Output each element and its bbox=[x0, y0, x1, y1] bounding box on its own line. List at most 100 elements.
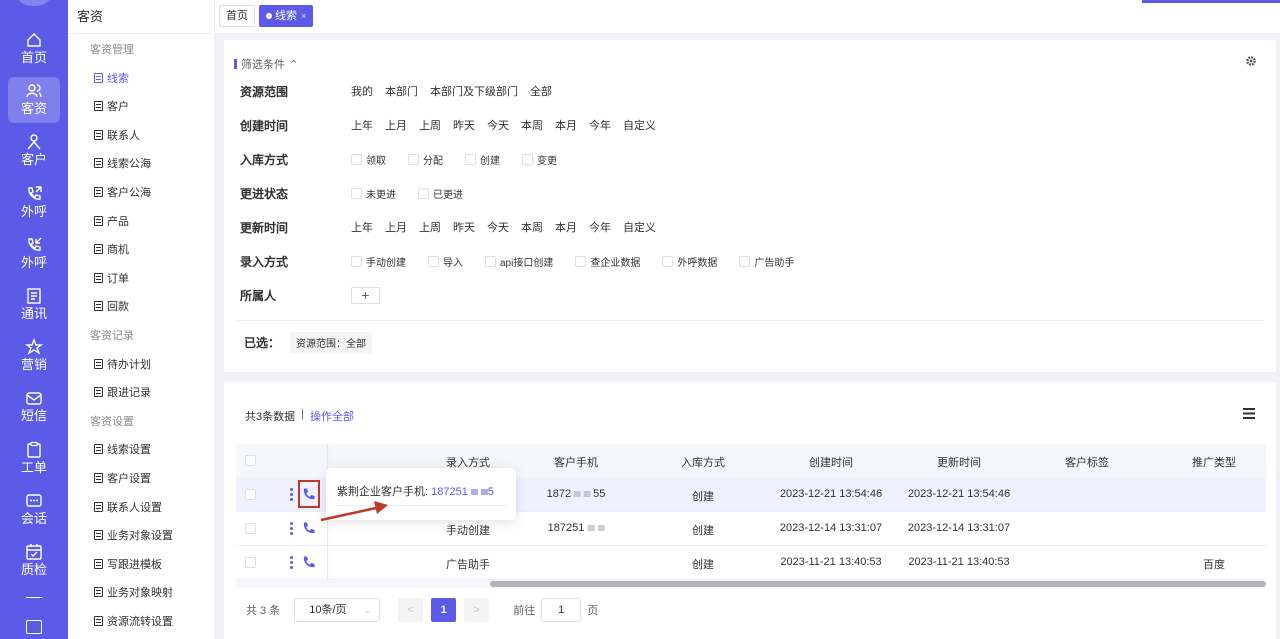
checkbox[interactable] bbox=[418, 187, 429, 199]
checkbox[interactable] bbox=[428, 255, 439, 267]
filter-checkbox[interactable]: 变更 bbox=[522, 152, 557, 167]
filter-option[interactable]: 本周 bbox=[521, 219, 543, 235]
selected-tag[interactable]: 资源范围：全部 bbox=[290, 332, 373, 353]
horizontal-scrollbar[interactable] bbox=[236, 580, 1266, 588]
add-owner-button[interactable]: + bbox=[351, 286, 380, 304]
checkbox[interactable] bbox=[351, 153, 362, 165]
column-header[interactable]: 推广类型 bbox=[1192, 454, 1236, 470]
filter-checkbox[interactable]: 导入 bbox=[428, 254, 463, 269]
rail-item-8[interactable]: 工单 bbox=[8, 436, 60, 482]
row-checkbox[interactable] bbox=[245, 523, 256, 534]
filter-option[interactable]: 上月 bbox=[385, 117, 407, 133]
checkbox[interactable] bbox=[575, 255, 587, 267]
submenu-item[interactable]: 线索公海 bbox=[94, 155, 151, 171]
submenu-item[interactable]: 线索 bbox=[94, 70, 129, 86]
filter-checkbox[interactable]: api接口创建 bbox=[485, 254, 553, 269]
rail-item-1[interactable]: 客资 bbox=[8, 77, 60, 124]
checkbox[interactable] bbox=[465, 153, 476, 165]
filter-option[interactable]: 上年 bbox=[351, 219, 373, 235]
submenu-item[interactable]: 跟进记录 bbox=[94, 384, 151, 400]
submenu-item[interactable]: 线索设置 bbox=[94, 441, 151, 457]
filter-option[interactable]: 自定义 bbox=[623, 117, 656, 133]
checkbox[interactable] bbox=[351, 187, 362, 199]
submenu-item[interactable]: 客户设置 bbox=[94, 470, 151, 486]
filter-checkbox[interactable]: 手动创建 bbox=[351, 254, 406, 269]
tab-close-icon[interactable]: × bbox=[301, 11, 306, 21]
filter-checkbox[interactable]: 外呼数据 bbox=[662, 254, 717, 269]
submenu-item[interactable]: 联系人 bbox=[94, 127, 140, 143]
filter-toggle[interactable]: 筛选条件 ⌃ bbox=[234, 56, 298, 72]
checkbox[interactable] bbox=[485, 255, 496, 267]
filter-option[interactable]: 今天 bbox=[487, 117, 509, 133]
column-header[interactable]: 入库方式 bbox=[681, 454, 725, 470]
filter-option[interactable]: 今年 bbox=[589, 219, 611, 235]
rail-item-5[interactable]: 通讯 bbox=[8, 282, 60, 328]
tab-leads[interactable]: 线索 × bbox=[259, 5, 314, 27]
submenu-item[interactable]: 回款 bbox=[94, 298, 129, 314]
filter-option[interactable]: 本月 bbox=[555, 219, 577, 235]
phone-call-icon[interactable] bbox=[302, 555, 316, 569]
submenu-item[interactable]: 客户 bbox=[94, 98, 129, 114]
rail-item-3[interactable]: 外呼 bbox=[8, 180, 60, 226]
rail-item-4[interactable]: 外呼 bbox=[8, 231, 60, 277]
checkbox[interactable] bbox=[522, 153, 533, 165]
submenu-item[interactable]: 产品 bbox=[94, 213, 129, 229]
more-actions-icon[interactable] bbox=[290, 556, 293, 569]
page-1-button[interactable]: 1 bbox=[431, 598, 457, 622]
submenu-item[interactable]: 订单 bbox=[94, 270, 129, 286]
column-header[interactable]: 更新时间 bbox=[937, 454, 981, 470]
filter-checkbox[interactable]: 广告助手 bbox=[739, 254, 794, 269]
column-header[interactable]: 客户手机 bbox=[554, 454, 598, 470]
filter-checkbox[interactable]: 已更进 bbox=[418, 186, 463, 201]
filter-option[interactable]: 自定义 bbox=[623, 219, 656, 235]
submenu-item[interactable]: 资源流转设置 bbox=[94, 613, 173, 629]
popover-phone-number[interactable]: 187251 bbox=[431, 486, 468, 498]
page-size-select[interactable]: 10条/页 ⌄ bbox=[294, 598, 381, 622]
row-checkbox[interactable] bbox=[245, 557, 256, 568]
submenu-item[interactable]: 业务对象设置 bbox=[94, 527, 173, 543]
phone-call-icon[interactable] bbox=[302, 521, 316, 535]
filter-checkbox[interactable]: 查企业数据 bbox=[575, 254, 640, 269]
row-checkbox[interactable] bbox=[245, 489, 256, 500]
submenu-item[interactable]: 写跟进模板 bbox=[94, 556, 162, 572]
filter-checkbox[interactable]: 领取 bbox=[351, 152, 386, 167]
filter-option[interactable]: 上周 bbox=[419, 219, 441, 235]
more-actions-icon[interactable] bbox=[290, 522, 293, 535]
checkbox[interactable] bbox=[351, 255, 362, 267]
table-row[interactable]: 广告助手 创建 2023-11-21 13:40:53 2023-11-21 13:4… bbox=[236, 546, 1266, 580]
submenu-item[interactable]: 客户公海 bbox=[94, 184, 151, 200]
checkbox[interactable] bbox=[662, 255, 674, 267]
tab-home[interactable]: 首页 bbox=[219, 5, 255, 27]
filter-option[interactable]: 我的 bbox=[351, 83, 373, 99]
scrollbar-thumb[interactable] bbox=[490, 581, 1266, 587]
filter-option[interactable]: 上月 bbox=[385, 219, 407, 235]
rail-item-0[interactable]: 首页 bbox=[8, 26, 60, 72]
filter-option[interactable]: 昨天 bbox=[453, 117, 475, 133]
filter-option[interactable]: 上年 bbox=[351, 117, 373, 133]
filter-option[interactable]: 今天 bbox=[487, 219, 509, 235]
store-icon[interactable] bbox=[26, 620, 42, 634]
filter-checkbox[interactable]: 未更进 bbox=[351, 186, 396, 201]
checkbox[interactable] bbox=[408, 153, 419, 165]
rail-item-6[interactable]: 营销 bbox=[8, 333, 60, 379]
goto-page-input[interactable]: 1 bbox=[541, 598, 582, 622]
filter-checkbox[interactable]: 分配 bbox=[408, 152, 443, 167]
filter-option[interactable]: 本月 bbox=[555, 117, 577, 133]
prev-page-button[interactable]: < bbox=[398, 598, 424, 622]
more-actions-icon[interactable] bbox=[290, 488, 293, 501]
submenu-item[interactable]: 待办计划 bbox=[94, 356, 151, 372]
rail-item-7[interactable]: 短信 bbox=[8, 384, 60, 430]
select-all-checkbox[interactable] bbox=[245, 455, 256, 466]
list-settings-icon[interactable] bbox=[1243, 408, 1255, 419]
filter-option[interactable]: 昨天 bbox=[453, 219, 475, 235]
filter-option[interactable]: 全部 bbox=[530, 83, 552, 99]
column-header[interactable]: 创建时间 bbox=[809, 454, 853, 470]
filter-option[interactable]: 上周 bbox=[419, 117, 441, 133]
submenu-item[interactable]: 业务对象映射 bbox=[94, 584, 173, 600]
action-all-link[interactable]: 操作全部 bbox=[310, 408, 354, 424]
next-page-button[interactable]: > bbox=[464, 598, 490, 622]
rail-item-10[interactable]: 质检 bbox=[8, 538, 60, 584]
submenu-item[interactable]: 商机 bbox=[94, 241, 129, 257]
rail-item-9[interactable]: 会话 bbox=[8, 487, 60, 533]
submenu-item[interactable]: 联系人设置 bbox=[94, 499, 162, 515]
